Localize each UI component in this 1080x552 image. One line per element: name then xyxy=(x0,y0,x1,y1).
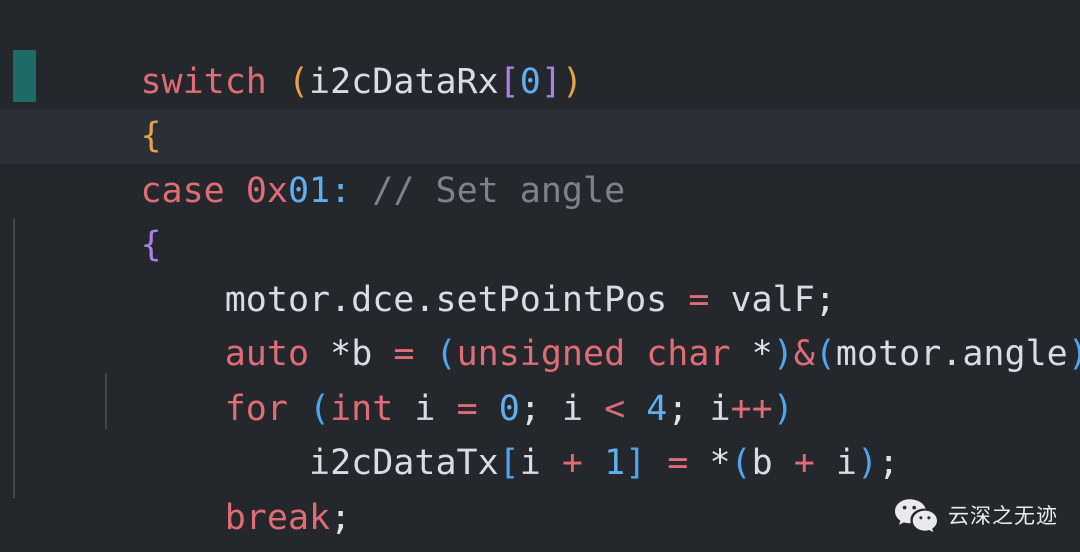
watermark: 云深之无迹 xyxy=(894,498,1058,532)
code-block[interactable]: switch (i2cDataRx[0]) { case 0x01: // Se… xyxy=(0,0,1080,552)
token-plus: + xyxy=(793,443,815,483)
token-identifier-i: i xyxy=(709,388,731,429)
token-keyword-char: char xyxy=(646,334,731,374)
token-keyword-auto: auto xyxy=(224,334,310,374)
token-paren-open-addr: ( xyxy=(814,334,836,374)
wechat-icon xyxy=(894,498,938,532)
token-semicolon: ; xyxy=(667,388,689,429)
token-keyword-break: break xyxy=(224,497,331,538)
code-line-5[interactable]: motor.dce.setPointPos = valF; xyxy=(0,218,1080,320)
token-brace-open-case: { xyxy=(140,225,162,265)
token-identifier-i: i xyxy=(519,443,541,483)
token-plus: + xyxy=(561,443,583,483)
token-keyword-for: for xyxy=(224,388,288,429)
token-hex-digits: 01 xyxy=(287,170,331,211)
token-semicolon: ; xyxy=(878,443,900,483)
token-comment-set-angle: // Set angle xyxy=(372,170,626,211)
watermark-label: 云深之无迹 xyxy=(948,504,1058,528)
token-colon: : xyxy=(330,170,352,211)
token-increment: ++ xyxy=(730,388,773,429)
token-bracket-open: [ xyxy=(498,61,520,102)
token-keyword-switch: switch xyxy=(140,61,267,102)
token-paren-close-addr: ) xyxy=(1068,334,1080,374)
token-keyword-int: int xyxy=(330,388,394,429)
token-address-of: & xyxy=(793,334,815,374)
token-identifier-i: i xyxy=(414,388,436,429)
code-screenshot: switch (i2cDataRx[0]) { case 0x01: // Se… xyxy=(0,0,1080,552)
token-asterisk: * xyxy=(330,334,352,374)
token-less-than: < xyxy=(604,388,626,429)
token-paren-close-deref: ) xyxy=(857,443,879,483)
token-assign: = xyxy=(688,279,710,320)
token-bracket-open: [ xyxy=(498,443,520,483)
token-identifier-b: b xyxy=(351,334,373,374)
token-paren-close: ) xyxy=(561,61,583,102)
token-paren-open-cast: ( xyxy=(435,334,457,374)
token-number-limit: 4 xyxy=(646,388,668,429)
token-asterisk: * xyxy=(751,334,773,374)
code-line-1[interactable]: switch (i2cDataRx[0]) xyxy=(0,0,1080,102)
token-assign: = xyxy=(667,443,689,483)
token-brace-open-switch: { xyxy=(140,116,162,156)
token-paren-close-cast: ) xyxy=(772,334,794,374)
token-identifier-b: b xyxy=(751,443,773,483)
token-identifier-i: i xyxy=(835,443,857,483)
token-semicolon: ; xyxy=(330,497,352,538)
token-member-motor-angle: motor.angle xyxy=(835,334,1068,374)
token-paren-open: ( xyxy=(287,61,310,102)
code-line-3[interactable]: case 0x01: // Set angle xyxy=(0,109,1080,211)
bracket-match-highlight xyxy=(13,50,36,102)
token-identifier-valf: valF xyxy=(730,279,815,320)
token-paren-open-deref: ( xyxy=(730,443,752,483)
token-number-zero: 0 xyxy=(519,61,541,102)
token-keyword-unsigned: unsigned xyxy=(456,334,626,374)
token-semicolon: ; xyxy=(814,279,836,320)
token-identifier-i: i xyxy=(561,388,584,429)
token-keyword-case: case xyxy=(140,170,225,211)
token-identifier-i2cdatatx: i2cDataTx xyxy=(309,443,499,483)
token-bracket-close: ] xyxy=(625,443,647,483)
token-number-init: 0 xyxy=(498,388,520,429)
token-dereference: * xyxy=(709,443,731,483)
token-number-one: 1 xyxy=(604,443,626,483)
token-identifier-i2cdatarx: i2cDataRx xyxy=(309,61,499,102)
token-paren-close-for: ) xyxy=(772,388,794,429)
token-assign: = xyxy=(456,388,478,429)
token-bracket-close: ] xyxy=(540,61,562,102)
token-semicolon: ; xyxy=(519,388,541,429)
token-assign: = xyxy=(393,334,415,374)
token-paren-open-for: ( xyxy=(309,388,331,429)
token-hex-prefix: 0x xyxy=(245,170,288,211)
token-member-setpointpos: motor.dce.setPointPos xyxy=(224,279,668,320)
